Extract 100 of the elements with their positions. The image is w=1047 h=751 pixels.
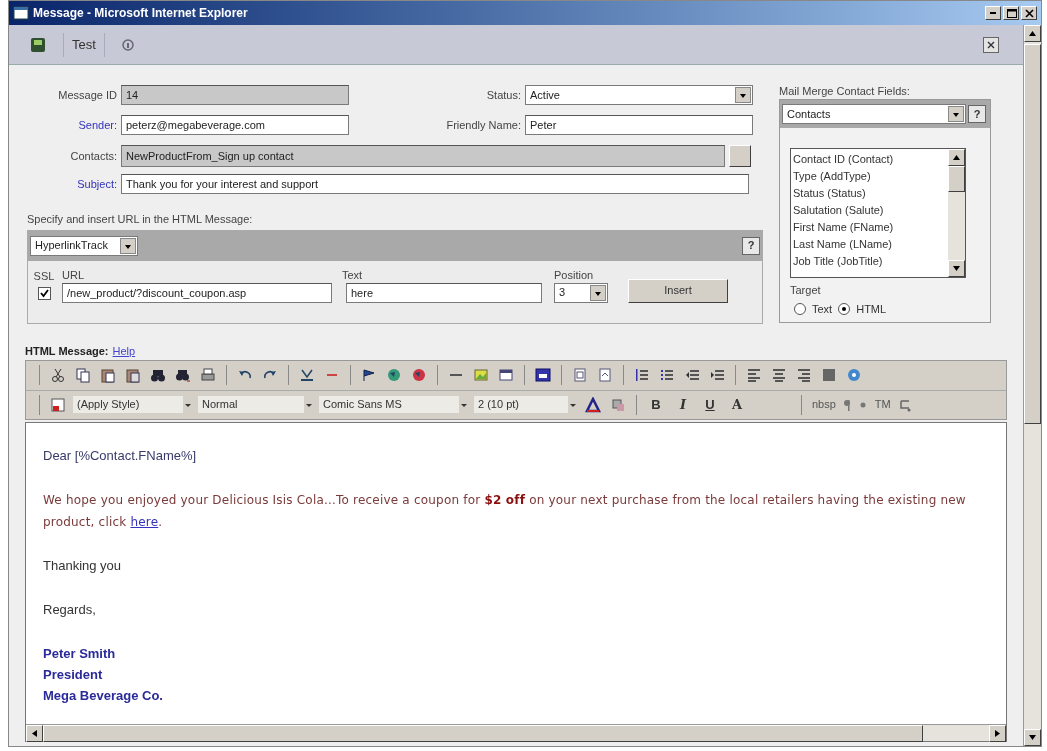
- message-id-label: Message ID: [57, 87, 118, 103]
- link-text-field[interactable]: here: [346, 282, 542, 303]
- friendly-name-label: Friendly Name:: [445, 117, 522, 133]
- list-item[interactable]: Job Title (JobTitle): [793, 253, 948, 270]
- minimize-icon: [990, 12, 996, 14]
- maximize-button[interactable]: [1003, 6, 1019, 20]
- ssl-label: SSL: [33, 268, 55, 284]
- symbol-icon[interactable]: [897, 397, 912, 412]
- window-icon: [13, 5, 29, 21]
- binoculars-icon: [150, 367, 166, 383]
- insert-button[interactable]: Insert: [628, 278, 728, 303]
- radio-label: Text: [812, 301, 833, 317]
- list-item[interactable]: Type (AddType): [793, 168, 948, 185]
- text-style-button[interactable]: A: [726, 394, 748, 415]
- status-label: Status:: [485, 87, 522, 103]
- list-item[interactable]: Salutation (Salute): [793, 202, 948, 219]
- greeting-text: Dear [%Contact.FName%]: [43, 446, 198, 465]
- scrollbar[interactable]: [948, 149, 965, 277]
- binoculars-icon: [175, 367, 191, 383]
- radio-button[interactable]: [838, 302, 851, 315]
- subject-link[interactable]: Subject:: [27, 175, 121, 193]
- scroll-thumb[interactable]: [948, 166, 965, 192]
- font-color-icon: [585, 396, 601, 413]
- contact-source-dropdown[interactable]: Contacts: [782, 104, 966, 124]
- down-arrow-icon: [1028, 733, 1037, 742]
- form-icon: [535, 367, 551, 383]
- outdent-icon: [684, 367, 700, 383]
- position-dropdown[interactable]: 3: [554, 282, 608, 303]
- status-dropdown[interactable]: Active: [525, 85, 753, 105]
- dash-icon: [327, 374, 337, 376]
- scrollbar[interactable]: [26, 724, 1006, 741]
- ssl-checkbox[interactable]: [37, 286, 51, 300]
- align-right-icon: [796, 367, 812, 383]
- close-button[interactable]: [983, 36, 999, 53]
- left-arrow-icon: [30, 729, 39, 738]
- italic-button[interactable]: I: [672, 394, 694, 415]
- justify-icon: [821, 367, 837, 383]
- maximize-icon: [1004, 6, 1018, 20]
- signature-line: Mega Beverage Co.: [43, 686, 164, 705]
- flag-icon: [361, 367, 377, 383]
- here-link[interactable]: here: [130, 514, 159, 529]
- list-item[interactable]: First Name (FName): [793, 219, 948, 236]
- pilcrow-icon[interactable]: [842, 398, 853, 411]
- radio-button[interactable]: [794, 302, 806, 315]
- signature-line: Peter Smith: [43, 644, 117, 663]
- field-listbox[interactable]: Contact ID (Contact) Type (AddType) Status (Status) Salutation (Salute) First Name (FName) Last Name (LName) Job Title (JobTitle): [790, 148, 966, 278]
- form-button[interactable]: [533, 365, 553, 385]
- test-button[interactable]: Test: [63, 32, 105, 57]
- align-center-icon: [771, 367, 787, 383]
- bold-button[interactable]: B: [645, 394, 667, 415]
- horizontal-rule-icon: [450, 374, 462, 376]
- help-button[interactable]: ?: [968, 105, 986, 123]
- bullet-list-icon: [659, 367, 675, 383]
- minimize-button[interactable]: [985, 6, 1001, 20]
- scroll-thumb[interactable]: [43, 725, 923, 742]
- link-type-dropdown[interactable]: HyperlinkTrack: [30, 235, 138, 256]
- circle-icon: [846, 367, 862, 383]
- list-item[interactable]: Contact ID (Contact): [793, 151, 948, 168]
- help-button[interactable]: ?: [742, 236, 760, 255]
- browse-button[interactable]: [729, 145, 751, 167]
- list-item[interactable]: Last Name (LName): [793, 236, 948, 253]
- copy-icon: [75, 367, 91, 383]
- url-field[interactable]: /new_product/?discount_coupon.asp: [62, 282, 332, 303]
- document-icon: [572, 367, 588, 383]
- url-label: URL: [62, 267, 85, 283]
- align-left-icon: [746, 367, 762, 383]
- subject-field[interactable]: Thank you for your interest and support: [121, 174, 749, 194]
- trademark-button[interactable]: TM: [872, 394, 893, 415]
- scissors-icon: [50, 367, 66, 383]
- text-label: Text: [342, 267, 364, 283]
- up-arrow-icon: [952, 153, 961, 162]
- scroll-thumb[interactable]: [1024, 44, 1041, 424]
- right-arrow-icon: [993, 729, 1002, 738]
- friendly-name-field[interactable]: Peter: [525, 115, 753, 135]
- html-message-label: HTML Message:: [25, 344, 109, 360]
- up-arrow-icon: [1028, 29, 1037, 38]
- help-link[interactable]: Help: [112, 343, 136, 360]
- scrollbar[interactable]: [1023, 25, 1041, 746]
- info-icon: [121, 37, 134, 52]
- copy-button[interactable]: [73, 365, 93, 385]
- down-arrow-icon: [952, 264, 961, 273]
- mail-merge-heading: Mail Merge Contact Fields:: [779, 84, 911, 99]
- signature-line: President: [43, 665, 104, 684]
- list-item[interactable]: Status (Status): [793, 185, 948, 202]
- spellcheck-icon: [299, 367, 315, 383]
- sender-link[interactable]: Sender:: [27, 116, 121, 134]
- position-label: Position: [554, 267, 595, 283]
- underline-button[interactable]: U: [699, 394, 721, 415]
- sender-field[interactable]: peterz@megabeverage.com: [121, 115, 349, 135]
- close-icon: [986, 39, 996, 50]
- nbsp-button[interactable]: nbsp: [810, 394, 838, 415]
- message-paragraph: We hope you enjoyed your Delicious Isis Cola...To receive a coupon for $2 off on your next purchase from the local retailers having the existing new product, click here.: [43, 491, 967, 531]
- body-text: Regards,: [43, 600, 97, 619]
- font-color-button[interactable]: [583, 394, 603, 415]
- image-icon: [473, 367, 489, 383]
- paste-icon: [100, 367, 116, 383]
- target-label: Target: [790, 283, 822, 298]
- message-id-field[interactable]: 14: [121, 85, 349, 105]
- contacts-field[interactable]: NewProductFrom_Sign up contact: [121, 145, 725, 167]
- section-heading: Specify and insert URL in the HTML Message:: [27, 212, 254, 227]
